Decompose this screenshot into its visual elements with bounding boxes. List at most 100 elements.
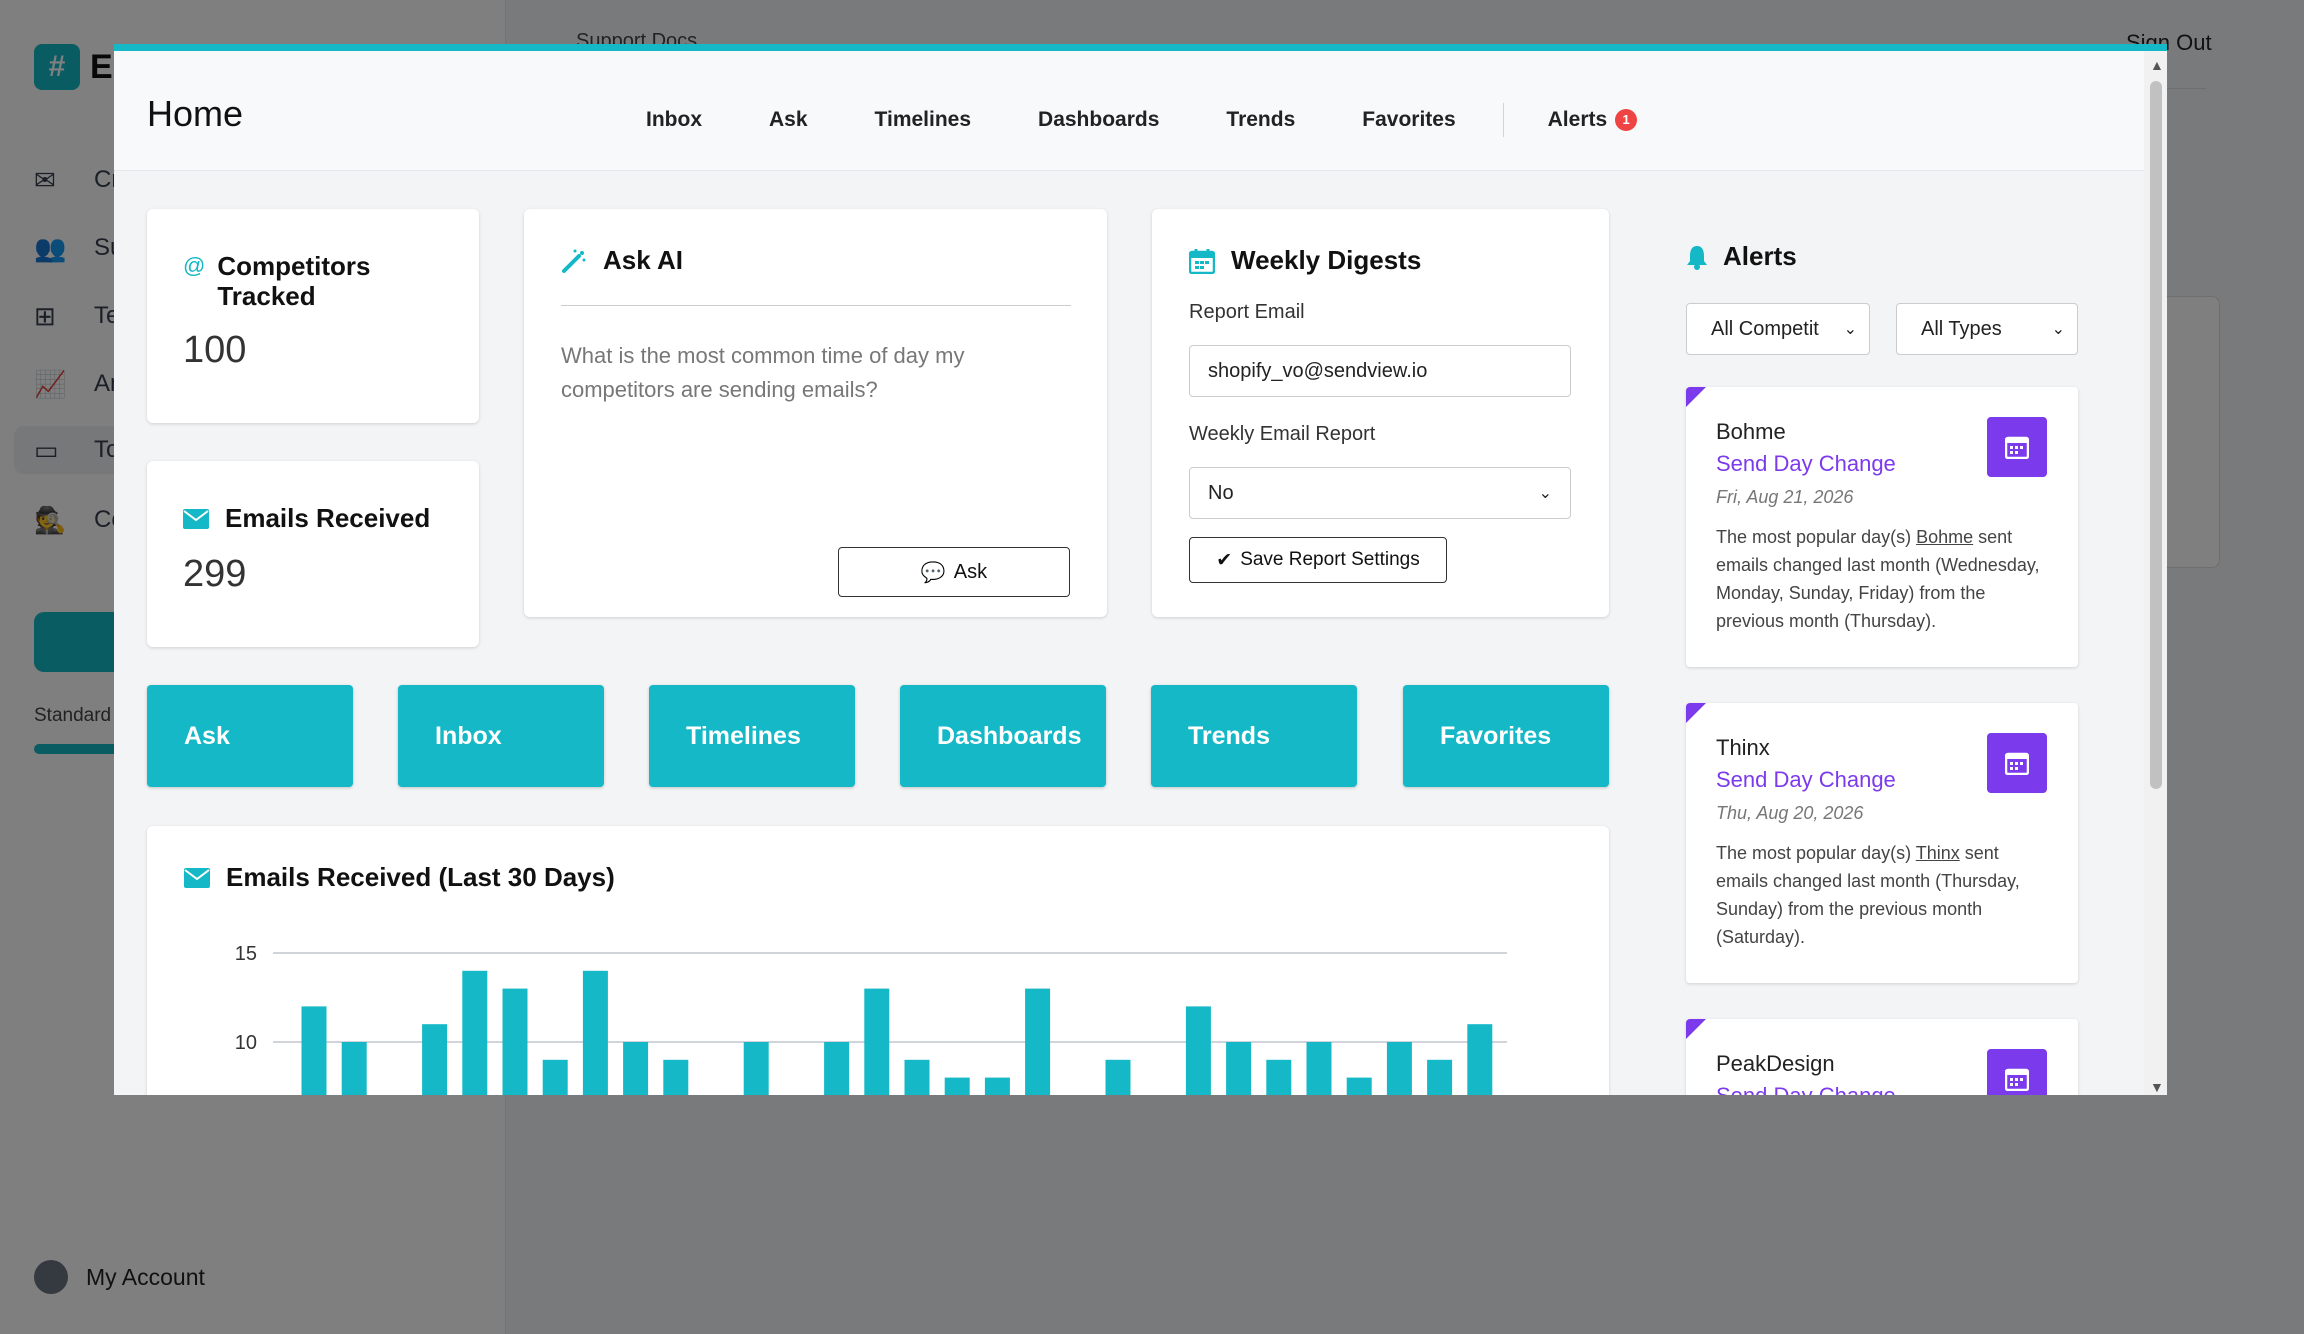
nav-timelines[interactable]: Timelines [875, 108, 972, 132]
quick-dashboards-button[interactable]: Dashboards [900, 685, 1106, 787]
type-filter-select[interactable]: All Types ⌄ [1896, 303, 2078, 355]
quick-favorites-button[interactable]: Favorites [1403, 685, 1609, 787]
stat-label: Competitors Tracked [217, 251, 371, 311]
card-heading: Emails Received [183, 503, 430, 534]
chart-bar[interactable] [1105, 1059, 1131, 1095]
weekly-digests-card: Weekly Digests Report Email shopify_vo@s… [1152, 209, 1609, 617]
chart-bar[interactable] [864, 988, 890, 1095]
report-email-field[interactable]: shopify_vo@sendview.io [1189, 345, 1571, 397]
alert-competitor-link[interactable]: Bohme [1916, 527, 1973, 547]
chart-bar[interactable] [904, 1059, 930, 1095]
card-heading: Weekly Digests [1189, 245, 1421, 276]
chart-bar[interactable] [1346, 1077, 1372, 1095]
scrollbar-thumb[interactable] [2150, 81, 2162, 789]
competitor-filter-select[interactable]: All Competit ⌄ [1686, 303, 1870, 355]
alert-calendar-button[interactable] [1987, 1049, 2047, 1095]
chart-bar[interactable] [1226, 1042, 1252, 1095]
chart-bar[interactable] [623, 1042, 649, 1095]
top-nav: Inbox Ask Timelines Dashboards Trends Fa… [646, 103, 1638, 137]
alert-corner-marker [1686, 703, 1706, 723]
divider [561, 305, 1071, 306]
emails-received-card: Emails Received 299 [147, 461, 479, 647]
card-heading: @ Competitors Tracked [183, 251, 443, 311]
ask-ai-input[interactable]: What is the most common time of day my c… [561, 339, 1071, 407]
chart-bar[interactable] [542, 1059, 568, 1095]
alert-corner-marker [1686, 387, 1706, 407]
alert-competitor-name: PeakDesign [1716, 1051, 1835, 1076]
alert-calendar-button[interactable] [1987, 733, 2047, 793]
chart-bar[interactable] [824, 1042, 850, 1095]
nav-trends[interactable]: Trends [1226, 108, 1295, 132]
emails-chart-card: Emails Received (Last 30 Days) 15 10 [147, 826, 1609, 1095]
nav-dashboards[interactable]: Dashboards [1038, 108, 1159, 132]
competitor-filter-value: All Competit [1711, 317, 1819, 340]
alert-card[interactable]: Thinx Send Day Change Thu, Aug 20, 2026 … [1686, 703, 2078, 983]
competitors-count: 100 [183, 329, 247, 371]
magic-wand-icon [562, 249, 586, 273]
chart-bar[interactable] [1427, 1059, 1453, 1095]
competitors-tracked-card: @ Competitors Tracked 100 [147, 209, 479, 423]
alert-competitor-name: Bohme [1716, 419, 1786, 444]
alert-type[interactable]: Send Day Change [1716, 767, 1896, 793]
type-filter-value: All Types [1921, 317, 2002, 340]
quick-inbox-button[interactable]: Inbox [398, 685, 604, 787]
alert-type[interactable]: Send Day Change [1716, 451, 1896, 477]
chart-bar[interactable] [1185, 1006, 1211, 1095]
chevron-down-icon: ⌄ [2051, 321, 2065, 338]
chart-bar[interactable] [341, 1042, 367, 1095]
nav-alerts[interactable]: Alerts 1 [1548, 108, 1638, 132]
scroll-up-arrow-icon[interactable]: ▲ [2150, 57, 2164, 73]
calendar-icon [2005, 752, 2029, 775]
chart-bar[interactable] [462, 970, 488, 1095]
chart-bar[interactable] [984, 1077, 1010, 1095]
check-icon: ✔ [1216, 549, 1233, 571]
quick-ask-button[interactable]: Ask [147, 685, 353, 787]
bell-icon [1687, 245, 1707, 270]
chart-bar[interactable] [422, 1024, 448, 1095]
modal-header: Home Inbox Ask Timelines Dashboards Tren… [114, 51, 2144, 171]
y-tick-label: 15 [235, 943, 257, 965]
save-report-settings-button[interactable]: ✔ Save Report Settings [1189, 537, 1447, 583]
modal-scrollbar[interactable]: ▲ ▼ [2144, 51, 2167, 1095]
chart-bar[interactable] [1025, 988, 1051, 1095]
chart-bar[interactable] [1266, 1059, 1292, 1095]
envelope-icon [184, 867, 210, 888]
calendar-icon [1189, 248, 1215, 274]
card-title: Weekly Digests [1231, 245, 1422, 275]
chart-title: Emails Received (Last 30 Days) [226, 862, 615, 892]
ask-button[interactable]: 💬 Ask [838, 547, 1070, 597]
chart-bar[interactable] [582, 970, 608, 1095]
chevron-down-icon: ⌄ [1538, 485, 1552, 502]
card-heading: Ask AI [561, 245, 683, 276]
alert-corner-marker [1686, 1019, 1706, 1039]
nav-ask[interactable]: Ask [769, 108, 808, 132]
weekly-report-select[interactable]: No ⌄ [1189, 467, 1571, 519]
chart-bar[interactable] [663, 1059, 689, 1095]
quick-trends-button[interactable]: Trends [1151, 685, 1357, 787]
quick-timelines-button[interactable]: Timelines [649, 685, 855, 787]
alert-type[interactable]: Send Day Change [1716, 1083, 1896, 1095]
chart-bar[interactable] [1386, 1042, 1412, 1095]
chart-bar[interactable] [301, 1006, 327, 1095]
alert-card[interactable]: PeakDesign Send Day Change [1686, 1019, 2078, 1095]
emails-bar-chart: 1510 [235, 943, 1507, 1095]
ask-ai-card: Ask AI What is the most common time of d… [524, 209, 1107, 617]
alert-calendar-button[interactable] [1987, 417, 2047, 477]
calendar-icon [2005, 1068, 2029, 1091]
emails-count: 299 [183, 553, 247, 595]
nav-inbox[interactable]: Inbox [646, 108, 702, 132]
chart-bar[interactable] [1306, 1042, 1332, 1095]
weekly-report-value: No [1208, 481, 1234, 504]
alerts-heading: Alerts [1685, 241, 1797, 272]
home-modal: Home Inbox Ask Timelines Dashboards Tren… [114, 44, 2167, 1095]
alert-competitor-link[interactable]: Thinx [1916, 843, 1960, 863]
alert-description: The most popular day(s) Bohme sent email… [1716, 523, 2054, 635]
alert-card[interactable]: Bohme Send Day Change Fri, Aug 21, 2026 … [1686, 387, 2078, 667]
chart-bar[interactable] [743, 1042, 769, 1095]
scroll-down-arrow-icon[interactable]: ▼ [2150, 1079, 2164, 1095]
chart-bar[interactable] [502, 988, 528, 1095]
y-tick-label: 10 [235, 1032, 257, 1054]
chart-bar[interactable] [1467, 1024, 1493, 1095]
chart-bar[interactable] [944, 1077, 970, 1095]
nav-favorites[interactable]: Favorites [1362, 108, 1455, 132]
